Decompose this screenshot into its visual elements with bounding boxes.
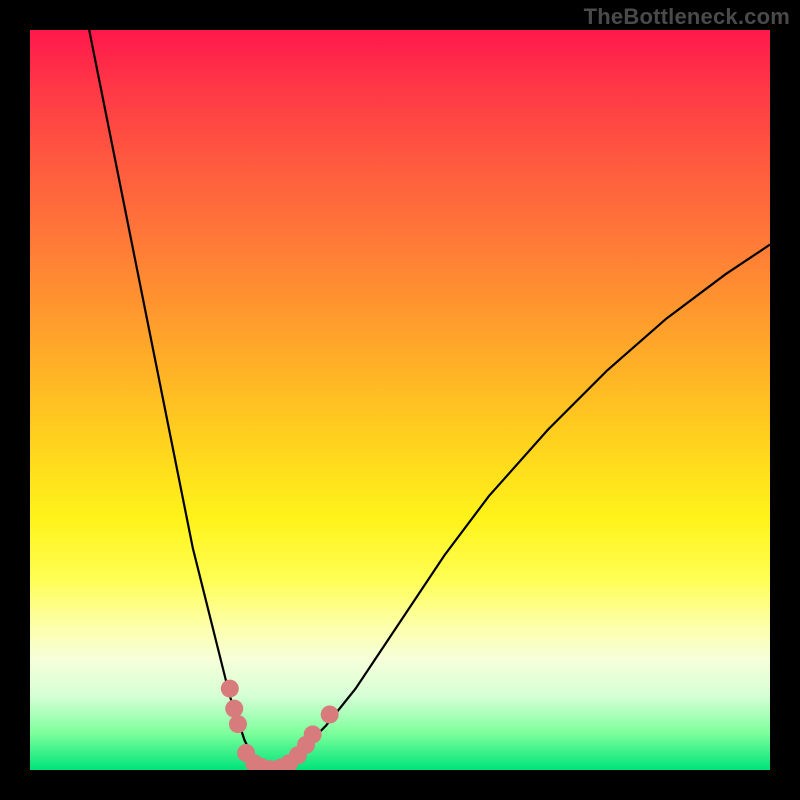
- chart-frame: TheBottleneck.com: [0, 0, 800, 800]
- curve-marker: [229, 715, 247, 733]
- curve-layer: [30, 30, 770, 770]
- curve-marker: [225, 700, 243, 718]
- marker-group: [221, 680, 339, 770]
- curve-marker: [221, 680, 239, 698]
- plot-area: [30, 30, 770, 770]
- left-curve: [89, 30, 274, 770]
- curve-marker: [321, 706, 339, 724]
- watermark-text: TheBottleneck.com: [584, 4, 790, 30]
- right-curve: [274, 245, 770, 770]
- curve-marker: [304, 725, 322, 743]
